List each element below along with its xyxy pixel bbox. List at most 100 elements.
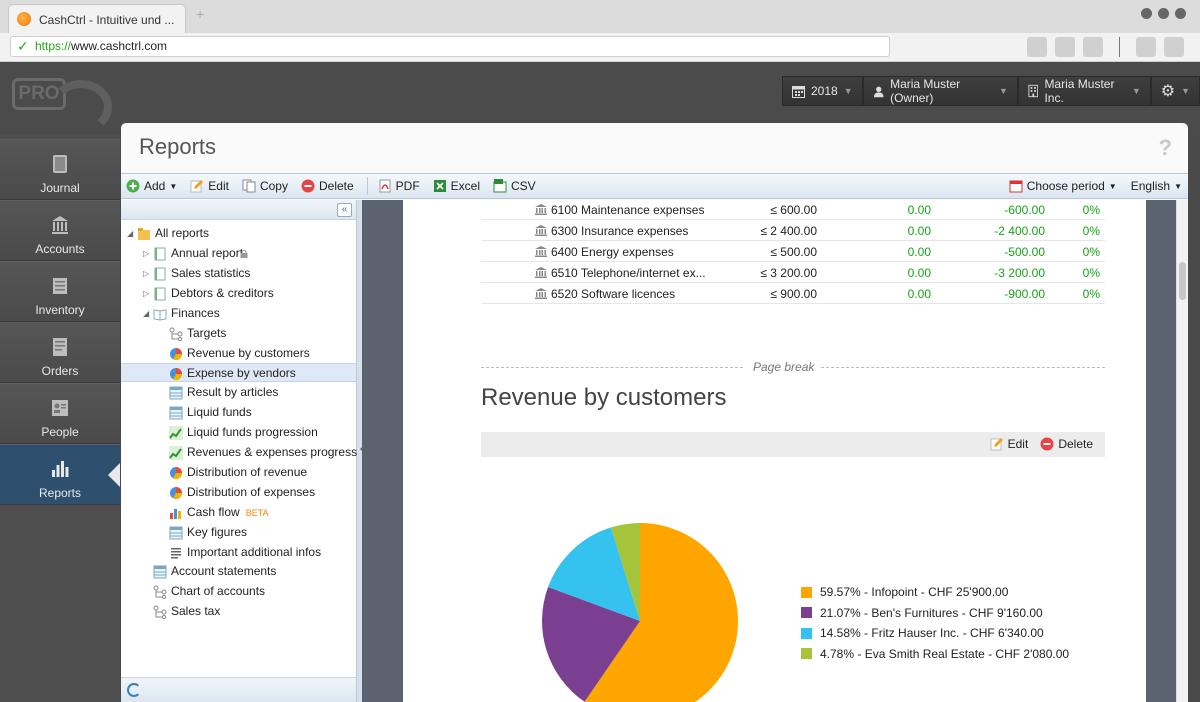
collapse-panel-icon[interactable]: « — [337, 203, 352, 217]
hierarchy-icon — [153, 605, 167, 619]
calendar-icon — [1009, 180, 1023, 193]
pdf-button[interactable]: PDF — [378, 179, 420, 193]
nav-item-accounts[interactable]: Accounts — [0, 200, 120, 261]
tree-item-liquid-funds[interactable]: Liquid funds — [121, 403, 356, 422]
percent-value: 0% — [1082, 266, 1100, 280]
window-dot-icon[interactable] — [1175, 8, 1186, 19]
tree-item-label: Finances — [171, 306, 220, 320]
pdf-icon — [379, 179, 391, 193]
side-navigation: Journal Accounts Inventory Orders People… — [0, 135, 120, 702]
tree-item-cash-flow[interactable]: Cash flow BETA — [121, 503, 356, 522]
legend-item: 4.78% - Eva Smith Real Estate - CHF 2'08… — [801, 644, 1069, 665]
browser-tab-title: CashCtrl - Intuitive und ... — [39, 13, 175, 27]
company-menu[interactable]: Maria Muster Inc. ▼ — [1017, 76, 1151, 106]
tree-item-targets[interactable]: Targets — [121, 324, 356, 343]
nav-item-journal[interactable]: Journal — [0, 139, 120, 200]
delete-button[interactable]: Delete — [301, 179, 354, 193]
refresh-icon[interactable] — [127, 683, 141, 697]
percent-value: 0% — [1082, 203, 1100, 217]
legend-swatch — [801, 627, 812, 639]
tree-item-annual-report[interactable]: ▷ Annual report — [121, 244, 356, 263]
people-icon — [52, 400, 68, 416]
legend-item: 59.57% - Infopoint - CHF 25'900.00 — [801, 582, 1069, 603]
nav-label: People — [41, 425, 79, 439]
tree-item-revenues-expenses-progression[interactable]: Revenues & expenses progression — [121, 443, 373, 462]
tree-item-account-statements[interactable]: Account statements — [121, 562, 356, 581]
add-label: Add — [144, 179, 166, 193]
legend-item: 14.58% - Fritz Hauser Inc. - CHF 6'340.0… — [801, 623, 1069, 644]
collapsed-arrow-icon[interactable]: ▷ — [143, 284, 149, 303]
user-menu[interactable]: Maria Muster (Owner) ▼ — [862, 76, 1018, 106]
collapsed-arrow-icon[interactable]: ▷ — [143, 244, 149, 263]
extension-button[interactable] — [1083, 37, 1103, 57]
tree-item-distribution-of-expenses[interactable]: Distribution of expenses — [121, 483, 356, 502]
nav-item-orders[interactable]: Orders — [0, 322, 120, 383]
browser-tab[interactable]: CashCtrl - Intuitive und ... — [8, 4, 186, 33]
add-button[interactable]: Add ▼ — [126, 179, 177, 193]
report-scrollbar[interactable] — [1176, 200, 1188, 702]
section-edit-button[interactable]: Edit — [990, 437, 1028, 451]
expanded-arrow-icon[interactable]: ◢ — [127, 224, 133, 243]
browser-tab-bar: CashCtrl - Intuitive und ... + — [0, 0, 1200, 33]
year-selector[interactable]: 2018 ▼ — [782, 76, 863, 106]
cashctrl-pro-logo[interactable]: PRO — [12, 78, 112, 134]
new-tab-icon[interactable]: + — [196, 6, 204, 22]
user-icon — [873, 86, 884, 97]
tree-item-sales-statistics[interactable]: ▷ Sales statistics — [121, 264, 356, 283]
tree-item-liquid-funds-progression[interactable]: Liquid funds progression — [121, 423, 356, 442]
actual-value: 0.00 — [907, 224, 931, 238]
tree-item-important-additional-infos[interactable]: Important additional infos — [121, 543, 356, 562]
tree-item-text: Cash flow — [187, 505, 240, 519]
tree-item-chart-of-accounts[interactable]: Chart of accounts — [121, 582, 356, 601]
tree-item-revenue-by-customers[interactable]: Revenue by customers — [121, 344, 356, 363]
address-bar[interactable]: ✓ https://www.cashctrl.com — [10, 36, 890, 57]
excel-button[interactable]: Excel — [433, 179, 480, 193]
csv-button[interactable]: CSV — [493, 179, 536, 193]
collapsed-arrow-icon[interactable]: ▷ — [143, 264, 149, 283]
toolbar-right: Choose period ▼ English ▼ — [1009, 179, 1182, 193]
scrollbar-thumb[interactable] — [1179, 262, 1186, 300]
tree-item-label: Sales statistics — [171, 266, 251, 280]
tree-item-debtors-creditors[interactable]: ▷ Debtors & creditors — [121, 284, 356, 303]
tree-item-label: Distribution of expenses — [187, 485, 316, 499]
language-selector[interactable]: English ▼ — [1131, 179, 1182, 193]
tree-item-expense-by-vendors[interactable]: Expense by vendors — [121, 363, 356, 382]
legend-label: 59.57% - Infopoint - CHF 25'900.00 — [820, 585, 1009, 600]
edit-label: Edit — [208, 179, 229, 193]
section-toolbar: Edit Delete — [481, 432, 1105, 457]
tree-item-distribution-of-revenue[interactable]: Distribution of revenue — [121, 463, 356, 482]
nav-item-people[interactable]: People — [0, 383, 120, 444]
nav-label: Reports — [38, 486, 82, 500]
window-dot-icon[interactable] — [1141, 8, 1152, 19]
tree-item-sales-tax[interactable]: Sales tax — [121, 602, 356, 621]
help-icon[interactable]: ? — [1159, 135, 1172, 161]
tree-item-result-by-articles[interactable]: Result by articles — [121, 383, 356, 402]
logo-swirl-icon — [50, 80, 112, 134]
settings-menu[interactable]: ⚙ ▼ — [1150, 76, 1200, 106]
nav-item-reports[interactable]: Reports — [0, 444, 120, 505]
window-dot-icon[interactable] — [1158, 8, 1169, 19]
choose-period-button[interactable]: Choose period ▼ — [1009, 179, 1117, 193]
tree-item-finances[interactable]: ◢ Finances — [121, 304, 356, 323]
line-chart-icon — [169, 426, 183, 440]
tree-item-label: Account statements — [171, 564, 277, 578]
header-buttons: 2018 ▼ Maria Muster (Owner) ▼ Maria Must… — [782, 76, 1200, 106]
difference-value: -500.00 — [1004, 245, 1045, 259]
tree-item-label: Important additional infos — [187, 545, 322, 559]
nav-item-inventory[interactable]: Inventory — [0, 261, 120, 322]
extension-button[interactable] — [1027, 37, 1047, 57]
extension-button[interactable] — [1055, 37, 1075, 57]
building-icon — [1028, 84, 1038, 98]
tree-item-key-figures[interactable]: Key figures — [121, 523, 356, 542]
tree-item-all-reports[interactable]: ◢ All reports — [121, 224, 356, 243]
extension-button[interactable] — [1164, 37, 1184, 57]
delete-icon — [301, 179, 315, 193]
nav-label: Orders — [41, 364, 79, 378]
copy-button[interactable]: Copy — [242, 179, 288, 193]
section-delete-button[interactable]: Delete — [1040, 437, 1093, 451]
edit-button[interactable]: Edit — [190, 179, 229, 193]
expanded-arrow-icon[interactable]: ◢ — [143, 304, 149, 323]
section-title: Revenue by customers — [481, 384, 727, 411]
url-protocol: https:// — [35, 39, 72, 53]
extension-button[interactable] — [1136, 37, 1156, 57]
